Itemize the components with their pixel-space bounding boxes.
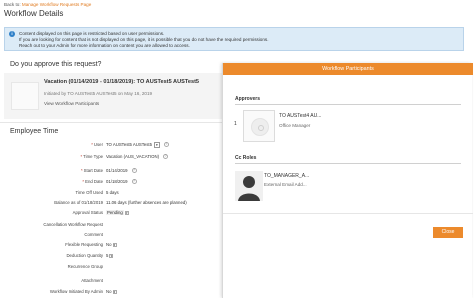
- form-row-time-type: *Time Type Vacation (AUS_VACATION)?: [0, 152, 220, 162]
- form-row-comment: Comment: [0, 230, 220, 240]
- chevron-down-icon[interactable]: ▾: [109, 253, 114, 258]
- cc-roles-heading: Cc Roles: [235, 155, 257, 161]
- back-navigation: Back to: Manage Workflow Requests Page: [4, 2, 91, 8]
- form-row-start-date: *Start Date 01/14/2019?: [0, 166, 220, 176]
- approver-role: Office Manager: [279, 123, 311, 128]
- request-summary-panel: Vacation (01/14/2019 - 01/18/2019): TO A…: [4, 73, 222, 119]
- field-value: 01/14/2019?: [106, 168, 137, 174]
- approve-section-title: Do you approve this request?: [10, 61, 102, 68]
- start-date-value: 01/14/2019: [106, 168, 128, 173]
- form-row-end-date: *End Date 01/18/2019?: [0, 177, 220, 187]
- field-label: *End Date: [0, 179, 103, 184]
- initiated-by-admin-value: No: [106, 289, 112, 294]
- required-marker: *: [80, 154, 83, 159]
- cc-roles-divider: [235, 163, 461, 164]
- field-label-text: User: [93, 142, 103, 147]
- field-value: No ▾: [106, 242, 117, 247]
- form-row-recurrence: Recurrence Group: [0, 262, 220, 272]
- time-type-value: Vacation (AUS_VACATION): [106, 154, 160, 159]
- field-value: Pending ▾: [106, 210, 129, 216]
- field-label: Deduction Quantity: [66, 253, 103, 258]
- field-label: Workflow Initiated By Admin: [49, 289, 103, 294]
- back-prefix: Back to:: [4, 2, 21, 7]
- field-value: No ▾: [106, 289, 117, 294]
- close-button[interactable]: Close: [433, 227, 463, 238]
- form-row-initiated-by-admin: Workflow Initiated By Admin No ▾: [0, 287, 220, 297]
- info-text: Content displayed on this page is restri…: [19, 31, 269, 49]
- field-label-text: Time Type: [83, 154, 103, 159]
- approver-step-number: 1: [234, 121, 237, 127]
- cc-role-type: External Email Add...: [264, 182, 307, 187]
- field-label: Attachment: [81, 278, 103, 283]
- field-label: Balance as of 01/18/2019: [54, 200, 103, 205]
- user-picker-button[interactable]: ▾: [154, 142, 160, 148]
- back-link[interactable]: Manage Workflow Requests Page: [22, 2, 91, 7]
- employee-time-title: Employee Time: [10, 128, 59, 135]
- field-value: 5 ▾: [106, 253, 114, 258]
- cc-role-name[interactable]: TO_MANAGER_A...: [264, 173, 309, 179]
- help-icon[interactable]: ?: [131, 168, 137, 174]
- field-label: Cancellation Workflow Request: [43, 222, 103, 227]
- approval-status-value: Pending: [106, 210, 124, 216]
- user-value: TO AUSTest5 AUSTest5: [106, 142, 153, 147]
- field-label: *Start Date: [0, 168, 103, 173]
- form-row-user: *User TO AUSTest5 AUSTest5 ▾?: [0, 140, 220, 150]
- required-marker: *: [80, 168, 83, 173]
- field-label: *Time Type: [0, 154, 103, 159]
- help-icon[interactable]: ?: [131, 179, 137, 185]
- info-message-box: i Content displayed on this page is rest…: [4, 27, 464, 51]
- request-avatar: [11, 82, 39, 110]
- field-label: *User: [0, 142, 103, 147]
- person-silhouette-icon: [235, 171, 263, 201]
- approvers-heading: Approvers: [235, 96, 261, 102]
- avatar-placeholder-icon: [251, 118, 269, 136]
- field-label: Approval Status: [72, 210, 103, 215]
- form-row-attachment: Attachment: [0, 276, 220, 286]
- field-label: Comment: [84, 232, 103, 237]
- deduction-value: 5: [106, 253, 109, 258]
- info-line: Reach out to your Admin for more informa…: [19, 43, 190, 48]
- chevron-down-icon[interactable]: ▾: [112, 289, 117, 294]
- field-label: Flexible Requesting: [65, 242, 103, 247]
- approver-name[interactable]: TO AUSTest4 AU...: [279, 113, 321, 119]
- request-initiated-by: Initiated by TO AUSTest5 AUSTest5 on May…: [44, 91, 153, 96]
- field-value: Vacation (AUS_VACATION)?: [106, 154, 169, 160]
- chevron-down-icon[interactable]: ▾: [112, 242, 117, 247]
- balance-value: 11.06 days (further absences are planned…: [106, 200, 187, 205]
- workflow-participants-dialog: Workflow Participants Approvers 1 TO AUS…: [222, 63, 473, 298]
- avatar-inner-ring: [258, 125, 264, 131]
- section-divider: [0, 122, 222, 123]
- cc-avatar: [235, 171, 263, 201]
- form-row-time-off-used: Time Off Used 5 days: [0, 188, 220, 198]
- field-value: TO AUSTest5 AUSTest5 ▾?: [106, 142, 169, 148]
- time-off-used-value: 5 days: [106, 190, 119, 195]
- dialog-title: Workflow Participants: [223, 63, 473, 75]
- dialog-footer-divider: [223, 213, 473, 214]
- field-label-text: End Date: [85, 179, 103, 184]
- form-row-balance: Balance as of 01/18/2019 11.06 days (fur…: [0, 198, 220, 208]
- info-icon: i: [9, 31, 15, 37]
- flexible-value: No: [106, 242, 112, 247]
- help-icon[interactable]: ?: [163, 142, 169, 148]
- page-title: Workflow Details: [4, 9, 64, 18]
- form-row-flexible: Flexible Requesting No ▾: [0, 240, 220, 250]
- view-participants-link[interactable]: View Workflow Participants: [44, 101, 99, 107]
- form-row-deduction: Deduction Quantity 5 ▾: [0, 251, 220, 261]
- approver-avatar: [243, 110, 275, 142]
- help-icon[interactable]: ?: [163, 154, 169, 160]
- field-value: 01/18/2019?: [106, 179, 137, 185]
- field-label: Recurrence Group: [67, 264, 103, 269]
- approvers-divider: [235, 104, 461, 105]
- form-row-cancellation: Cancellation Workflow Request: [0, 220, 220, 230]
- end-date-value: 01/18/2019: [106, 179, 128, 184]
- form-row-approval-status: Approval Status Pending ▾: [0, 208, 220, 218]
- chevron-down-icon[interactable]: ▾: [124, 210, 129, 215]
- request-title[interactable]: Vacation (01/14/2019 - 01/18/2019): TO A…: [44, 79, 199, 86]
- required-marker: *: [91, 142, 93, 147]
- field-label: Time Off Used: [75, 190, 103, 195]
- required-marker: *: [82, 179, 85, 184]
- field-label-text: Start Date: [83, 168, 103, 173]
